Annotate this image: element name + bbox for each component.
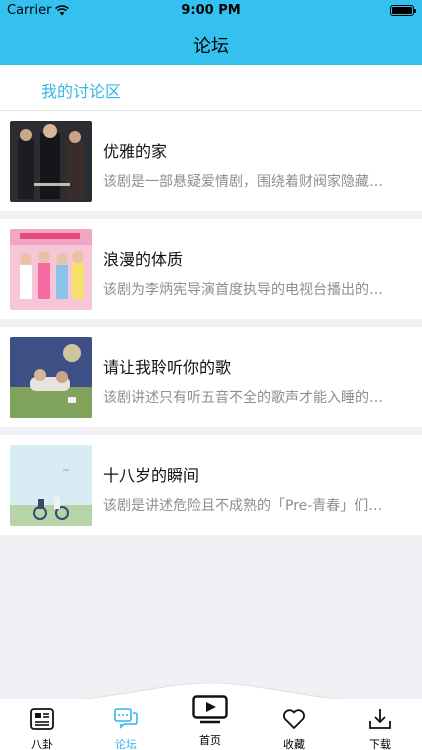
tab-download[interactable]: 下载 [338,699,422,750]
status-bar: Carrier 9:00 PM [0,0,422,22]
post-description: 该剧是讲述危险且不成熟的「Pre-青春」们… [103,498,383,514]
news-icon [30,708,54,730]
poster-thumbnail [10,337,92,418]
poster-thumbnail: ~ [10,445,92,526]
post-title: 优雅的家 [103,142,168,161]
post-title: 请让我聆听你的歌 [103,358,232,377]
post-description: 该剧是一部悬疑爱情剧，围绕着财阀家隐藏… [103,174,383,190]
tab-gossip[interactable]: 八卦 [0,699,84,750]
list-item[interactable]: 浪漫的体质 该剧为李炳宪导演首度执导的电视台播出的… [0,219,422,319]
heart-icon [283,709,305,729]
tab-label: 首页 [199,734,221,747]
tab-home[interactable]: 首页 [168,695,252,750]
tab-label: 下载 [369,738,391,750]
list-item[interactable]: ~ 十八岁的瞬间 该剧是讲述危险且不成熟的「Pre-青春」们… [0,435,422,535]
tab-bar: 八卦 论坛 首页 收藏 下载 [0,695,422,750]
tab-label: 论坛 [115,738,137,750]
download-icon [369,709,391,729]
tab-label: 八卦 [31,738,53,750]
section-title: 我的讨论区 [41,82,122,101]
tab-label: 收藏 [283,738,305,750]
post-description: 该剧讲述只有听五音不全的歌声才能入睡的… [103,390,383,406]
post-description: 该剧为李炳宪导演首度执导的电视台播出的… [103,282,383,298]
list-item[interactable]: 请让我聆听你的歌 该剧讲述只有听五音不全的歌声才能入睡的… [0,327,422,427]
play-screen-icon [192,695,228,724]
poster-thumbnail [10,229,92,310]
post-title: 浪漫的体质 [103,250,184,269]
page-title: 论坛 [193,36,229,57]
poster-thumbnail [10,121,92,202]
list-item[interactable]: 优雅的家 该剧是一部悬疑爱情剧，围绕着财阀家隐藏… [0,111,422,211]
tab-favorites[interactable]: 收藏 [252,699,336,750]
post-title: 十八岁的瞬间 [103,466,200,485]
tab-forum[interactable]: 论坛 [84,699,168,750]
navigation-bar: Carrier 9:00 PM 论坛 [0,0,422,65]
svg-text:~: ~ [62,466,70,476]
status-time: 9:00 PM [181,3,241,18]
chat-icon [114,708,138,729]
battery-icon [390,5,416,16]
section-header: 我的讨论区 [0,65,422,111]
